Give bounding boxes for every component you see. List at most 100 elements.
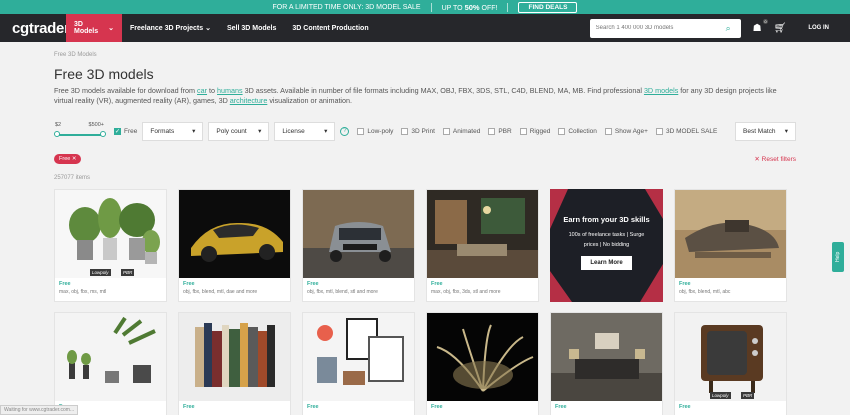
- model-thumbnail[interactable]: Lowpoly PBR: [55, 190, 166, 278]
- chevron-down-icon: ⌄: [108, 25, 114, 32]
- price-min-handle[interactable]: [54, 131, 60, 137]
- free-checkbox[interactable]: ✓ Free: [114, 127, 138, 135]
- license-dropdown[interactable]: License ▾: [274, 121, 336, 141]
- car-link[interactable]: car: [197, 86, 207, 95]
- price-free: Free: [679, 404, 691, 410]
- free-filter-chip[interactable]: Free ✕: [54, 154, 82, 164]
- login-link[interactable]: LOG IN: [808, 25, 829, 31]
- model-formats: max, obj, fbx, ms, mtl: [59, 289, 107, 295]
- model-card[interactable]: Free max, obj, fbx, 3ds, stl and more: [426, 189, 539, 302]
- nav-3d-models[interactable]: 3D Models ⌄: [66, 14, 122, 42]
- notification-icon[interactable]: ☗ 0: [753, 18, 768, 34]
- rigged-checkbox[interactable]: Rigged: [519, 127, 550, 135]
- model-card[interactable]: Free: [302, 312, 415, 415]
- formats-label: Formats: [150, 127, 175, 135]
- pbr-checkbox[interactable]: PBR: [488, 127, 512, 135]
- checkbox-box: [519, 127, 527, 135]
- lowpoly-checkbox[interactable]: Low-poly: [357, 127, 393, 135]
- caret-down-icon: ▾: [192, 128, 196, 135]
- humans-link[interactable]: humans: [217, 86, 243, 95]
- browser-status-bar: Waiting for www.cgtrader.com...: [0, 405, 79, 415]
- ad-subtitle: 100s of freelance tasks | Surge prices | …: [550, 230, 663, 250]
- search-icon[interactable]: ⌕: [726, 23, 731, 34]
- model-thumbnail[interactable]: [551, 313, 662, 401]
- model-thumbnail[interactable]: [179, 313, 290, 401]
- collection-checkbox[interactable]: Collection: [558, 127, 597, 135]
- license-label: License: [282, 127, 305, 135]
- model-thumbnail[interactable]: [427, 313, 538, 401]
- chevron-down-icon: ⌄: [205, 25, 211, 32]
- promo-percent: 50%: [464, 2, 480, 12]
- learn-more-button[interactable]: Learn More: [581, 256, 632, 270]
- poly-count-dropdown[interactable]: Poly count ▾: [208, 121, 270, 141]
- model-card[interactable]: Free: [426, 312, 539, 415]
- promo-divider: [430, 2, 432, 12]
- decor-image: [303, 313, 414, 401]
- free-label: Free: [124, 127, 138, 135]
- logo[interactable]: cgtrader: [0, 20, 70, 37]
- model-thumbnail[interactable]: [179, 190, 290, 278]
- interior-image: [427, 190, 538, 278]
- sort-dropdown[interactable]: Best Match ▾: [735, 121, 796, 141]
- ad-title: Earn from your 3D skills: [563, 215, 650, 224]
- model-card[interactable]: Lowpoly PBR Free: [674, 312, 787, 415]
- pbr-tag: PBR: [741, 392, 755, 399]
- breadcrumb[interactable]: Free 3D Models: [54, 52, 796, 58]
- animated-checkbox[interactable]: Animated: [442, 127, 481, 135]
- promo-banner: FOR A LIMITED TIME ONLY: 3D MODEL SALE U…: [0, 0, 850, 14]
- find-deals-button[interactable]: FIND DEALS: [518, 1, 578, 13]
- model-card[interactable]: Free obj, fbx, blend, mtl, dae and more: [178, 189, 291, 302]
- promo-off: OFF!: [481, 4, 498, 12]
- price-slider[interactable]: $2 $500+: [54, 120, 106, 142]
- model-thumbnail[interactable]: [55, 313, 166, 401]
- 3d-models-link[interactable]: 3D models: [644, 86, 678, 95]
- show-age-checkbox[interactable]: Show Age+: [604, 127, 648, 135]
- model-formats: max, obj, fbx, 3ds, stl and more: [431, 289, 501, 295]
- nav-content-production[interactable]: 3D Content Production: [284, 14, 376, 42]
- nav-3d-models-label: 3D Models: [74, 21, 99, 35]
- animated-label: Animated: [452, 127, 481, 135]
- help-circle-icon[interactable]: ?: [340, 126, 350, 136]
- formats-dropdown[interactable]: Formats ▾: [142, 121, 204, 141]
- model-card[interactable]: Free: [550, 312, 663, 415]
- price-max-handle[interactable]: [100, 131, 106, 137]
- search-input[interactable]: [595, 25, 726, 31]
- model-card[interactable]: Free: [178, 312, 291, 415]
- model-card[interactable]: Free obj, fbx, mtl, blend, stl and more: [302, 189, 415, 302]
- pbr-tag: PBR: [121, 269, 135, 276]
- nav-freelance[interactable]: Freelance 3D Projects ⌄: [122, 14, 219, 42]
- plants-image: [55, 190, 166, 278]
- model-thumbnail[interactable]: [427, 190, 538, 278]
- page-description: Free 3D models available for download fr…: [54, 86, 794, 106]
- price-free: Free: [183, 281, 195, 287]
- freelance-ad[interactable]: Earn from your 3D skills 100s of freelan…: [550, 189, 663, 302]
- grass-image: [427, 313, 538, 401]
- model-card[interactable]: Free obj, fbx, blend, mtl, abc: [674, 189, 787, 302]
- model-thumbnail[interactable]: Lowpoly PBR: [675, 313, 786, 401]
- architecture-link[interactable]: architecture: [230, 96, 268, 105]
- sale-checkbox[interactable]: 3D MODEL SALE: [655, 127, 718, 135]
- model-card[interactable]: Free: [54, 312, 167, 415]
- nav-sell[interactable]: Sell 3D Models: [219, 14, 284, 42]
- bedroom-image: [551, 313, 662, 401]
- model-thumbnail[interactable]: [675, 190, 786, 278]
- help-tab[interactable]: Help: [832, 242, 844, 272]
- checkbox-box: [488, 127, 496, 135]
- price-free: Free: [431, 404, 443, 410]
- cart-icon[interactable]: 🛒︎: [774, 23, 787, 34]
- model-thumbnail[interactable]: [303, 313, 414, 401]
- filter-bar: $2 $500+ ✓ Free Formats ▾ Poly count ▾ Lice…: [54, 120, 796, 142]
- sale-label: 3D MODEL SALE: [665, 127, 718, 135]
- reset-filters-link[interactable]: ✕ Reset filters: [754, 155, 796, 163]
- pbr-label: PBR: [498, 127, 512, 135]
- 3d-print-checkbox[interactable]: 3D Print: [401, 127, 435, 135]
- desc-text: 3D assets. Available in number of file f…: [242, 86, 644, 95]
- model-card[interactable]: Lowpoly PBR Free max, obj, fbx, ms, mtl: [54, 189, 167, 302]
- promo-text: FOR A LIMITED TIME ONLY: 3D MODEL SALE: [272, 3, 421, 11]
- yellow-car-image: [179, 190, 290, 278]
- checkbox-box: [604, 127, 612, 135]
- price-free: Free: [555, 404, 567, 410]
- promo-up-to: UP TO: [441, 4, 463, 12]
- search-box[interactable]: ⌕: [589, 18, 741, 38]
- model-thumbnail[interactable]: [303, 190, 414, 278]
